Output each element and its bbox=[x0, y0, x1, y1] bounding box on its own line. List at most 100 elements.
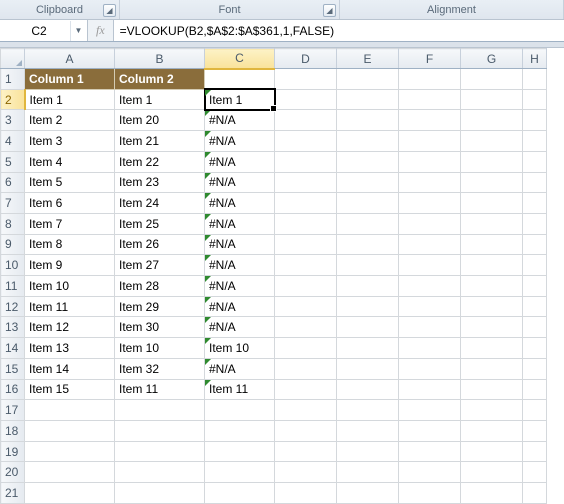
cell[interactable] bbox=[337, 110, 399, 131]
cell[interactable] bbox=[523, 172, 547, 193]
row-header[interactable]: 9 bbox=[1, 234, 25, 255]
cell[interactable] bbox=[461, 317, 523, 338]
cell[interactable] bbox=[337, 276, 399, 297]
row-header[interactable]: 17 bbox=[1, 400, 25, 421]
cell[interactable] bbox=[275, 358, 337, 379]
table-row[interactable]: 11Item 10Item 28#N/A bbox=[1, 276, 547, 297]
cell[interactable] bbox=[337, 131, 399, 152]
cell[interactable]: #N/A bbox=[205, 317, 275, 338]
cell[interactable]: #N/A bbox=[205, 358, 275, 379]
cell[interactable]: Item 29 bbox=[115, 296, 205, 317]
cell[interactable] bbox=[205, 400, 275, 421]
cell[interactable] bbox=[399, 172, 461, 193]
cell[interactable] bbox=[275, 89, 337, 110]
cell[interactable]: Item 30 bbox=[115, 317, 205, 338]
cell[interactable] bbox=[523, 400, 547, 421]
cell[interactable] bbox=[205, 462, 275, 483]
cell[interactable] bbox=[399, 89, 461, 110]
cell[interactable]: Item 25 bbox=[115, 213, 205, 234]
cell[interactable] bbox=[523, 110, 547, 131]
cell[interactable] bbox=[275, 110, 337, 131]
cell[interactable] bbox=[523, 234, 547, 255]
table-row[interactable]: 17 bbox=[1, 400, 547, 421]
cell[interactable] bbox=[461, 172, 523, 193]
cell[interactable] bbox=[275, 172, 337, 193]
table-row[interactable]: 14Item 13Item 10Item 10 bbox=[1, 338, 547, 359]
cell[interactable]: #N/A bbox=[205, 110, 275, 131]
cell[interactable] bbox=[399, 483, 461, 504]
name-box-input[interactable] bbox=[0, 24, 70, 38]
row-header[interactable]: 10 bbox=[1, 255, 25, 276]
cell[interactable] bbox=[25, 483, 115, 504]
cell[interactable]: #N/A bbox=[205, 151, 275, 172]
cell[interactable]: Column 2 bbox=[115, 69, 205, 90]
select-all-corner[interactable] bbox=[1, 49, 25, 69]
cell[interactable] bbox=[523, 420, 547, 441]
cell[interactable] bbox=[523, 131, 547, 152]
cell[interactable] bbox=[399, 296, 461, 317]
cell[interactable]: Item 5 bbox=[25, 172, 115, 193]
cell[interactable]: Item 20 bbox=[115, 110, 205, 131]
cell[interactable] bbox=[275, 317, 337, 338]
cell[interactable] bbox=[337, 151, 399, 172]
row-header[interactable]: 8 bbox=[1, 213, 25, 234]
cell[interactable] bbox=[461, 131, 523, 152]
cell[interactable]: #N/A bbox=[205, 172, 275, 193]
cell[interactable] bbox=[399, 110, 461, 131]
cell[interactable] bbox=[399, 151, 461, 172]
cell[interactable]: #N/A bbox=[205, 234, 275, 255]
cell[interactable] bbox=[275, 213, 337, 234]
cell[interactable] bbox=[523, 358, 547, 379]
cell[interactable] bbox=[337, 483, 399, 504]
cell[interactable] bbox=[337, 338, 399, 359]
col-header-B[interactable]: B bbox=[115, 49, 205, 69]
cell[interactable]: Item 12 bbox=[25, 317, 115, 338]
col-header-D[interactable]: D bbox=[275, 49, 337, 69]
cell[interactable] bbox=[399, 379, 461, 400]
cell[interactable] bbox=[205, 441, 275, 462]
cell[interactable]: Item 27 bbox=[115, 255, 205, 276]
cell[interactable]: Item 3 bbox=[25, 131, 115, 152]
cell[interactable] bbox=[461, 400, 523, 421]
table-row[interactable]: 9Item 8Item 26#N/A bbox=[1, 234, 547, 255]
cell[interactable]: Item 23 bbox=[115, 172, 205, 193]
cell[interactable] bbox=[205, 420, 275, 441]
row-header[interactable]: 15 bbox=[1, 358, 25, 379]
cell[interactable] bbox=[523, 276, 547, 297]
cell[interactable]: #N/A bbox=[205, 255, 275, 276]
table-row[interactable]: 20 bbox=[1, 462, 547, 483]
table-row[interactable]: 19 bbox=[1, 441, 547, 462]
cell[interactable] bbox=[337, 172, 399, 193]
table-row[interactable]: 15Item 14Item 32#N/A bbox=[1, 358, 547, 379]
cell[interactable] bbox=[275, 338, 337, 359]
cell[interactable] bbox=[461, 441, 523, 462]
cell[interactable] bbox=[523, 255, 547, 276]
chevron-down-icon[interactable]: ▼ bbox=[70, 21, 86, 41]
cell[interactable]: Item 10 bbox=[25, 276, 115, 297]
row-header[interactable]: 20 bbox=[1, 462, 25, 483]
cell[interactable] bbox=[461, 234, 523, 255]
cell[interactable] bbox=[275, 483, 337, 504]
cell[interactable] bbox=[115, 400, 205, 421]
cell[interactable] bbox=[461, 296, 523, 317]
table-row[interactable]: 2Item 1Item 1Item 1 bbox=[1, 89, 547, 110]
cell[interactable]: Item 7 bbox=[25, 213, 115, 234]
cell[interactable]: #N/A bbox=[205, 276, 275, 297]
col-header-C[interactable]: C bbox=[205, 49, 275, 69]
cell[interactable] bbox=[461, 110, 523, 131]
cell[interactable]: Item 10 bbox=[115, 338, 205, 359]
dialog-launcher-icon[interactable]: ◢ bbox=[323, 4, 336, 17]
cell[interactable] bbox=[337, 317, 399, 338]
cell[interactable] bbox=[337, 358, 399, 379]
cell[interactable] bbox=[275, 400, 337, 421]
cell[interactable] bbox=[275, 131, 337, 152]
cell[interactable]: Item 13 bbox=[25, 338, 115, 359]
cell[interactable] bbox=[399, 276, 461, 297]
cell[interactable] bbox=[275, 379, 337, 400]
cell[interactable] bbox=[523, 213, 547, 234]
cell[interactable] bbox=[399, 131, 461, 152]
table-row[interactable]: 12Item 11Item 29#N/A bbox=[1, 296, 547, 317]
cell[interactable] bbox=[337, 400, 399, 421]
cell[interactable] bbox=[523, 462, 547, 483]
cell[interactable] bbox=[275, 255, 337, 276]
